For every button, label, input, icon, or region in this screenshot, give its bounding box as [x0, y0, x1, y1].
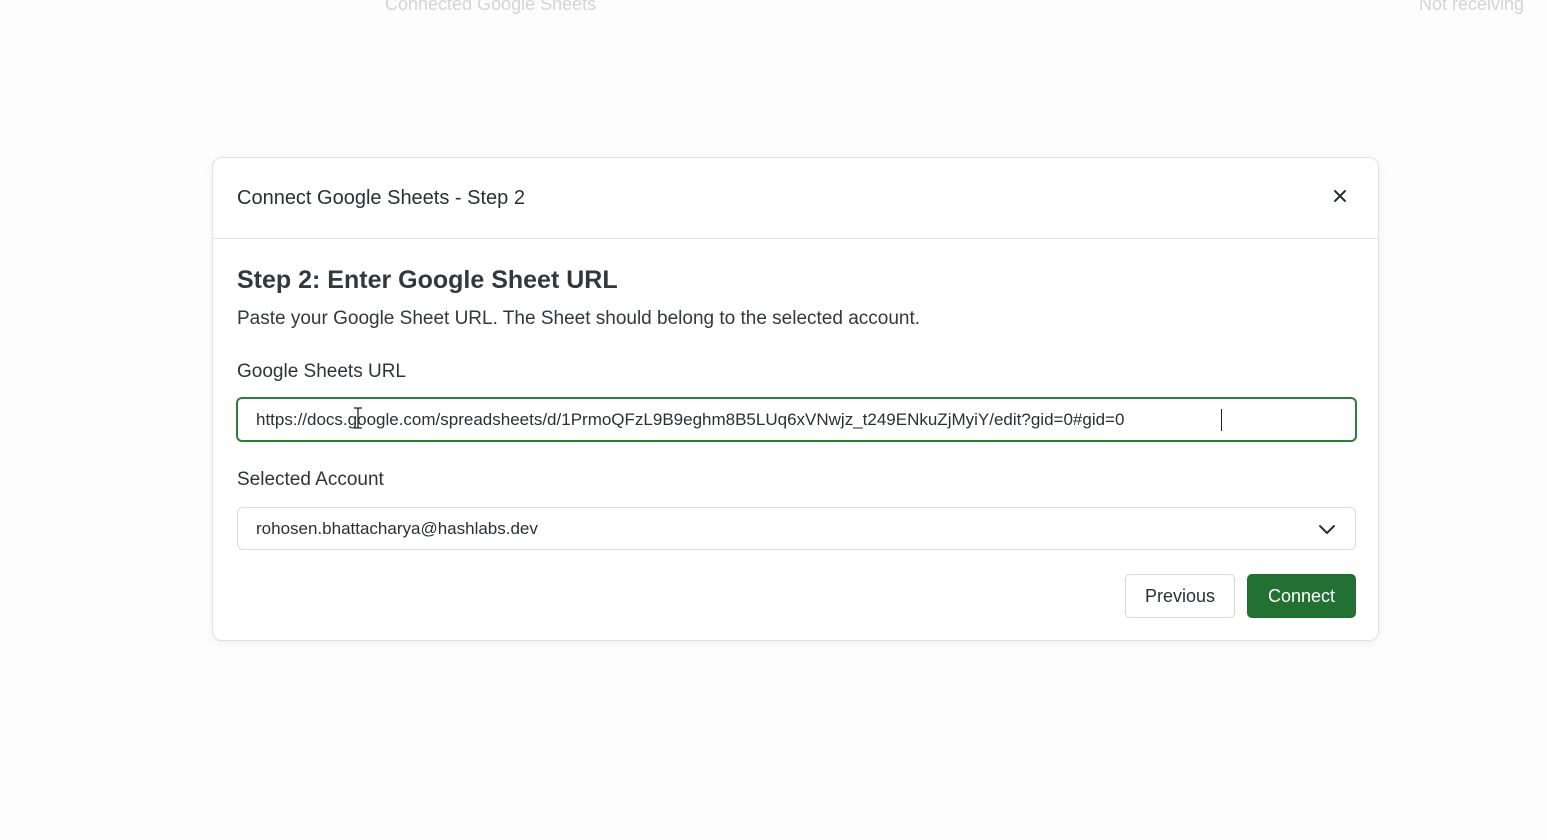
background-heading: Connected Google Sheets	[385, 0, 597, 14]
account-select-value: rohosen.bhattacharya@hashlabs.dev	[256, 518, 538, 538]
account-select[interactable]: rohosen.bhattacharya@hashlabs.dev	[237, 507, 1356, 550]
chevron-down-icon	[1317, 519, 1337, 539]
close-icon	[1333, 189, 1347, 208]
modal-title: Connect Google Sheets - Step 2	[237, 187, 525, 209]
step-heading: Step 2: Enter Google Sheet URL	[237, 266, 618, 294]
url-field-label: Google Sheets URL	[237, 361, 406, 382]
close-button[interactable]	[1328, 186, 1352, 210]
connect-button[interactable]: Connect	[1247, 574, 1356, 618]
step-description: Paste your Google Sheet URL. The Sheet s…	[237, 308, 921, 329]
previous-button[interactable]: Previous	[1125, 574, 1235, 618]
text-caret	[1221, 409, 1222, 431]
account-field-label: Selected Account	[237, 469, 384, 490]
connect-sheets-modal: Connect Google Sheets - Step 2 Step 2: E…	[212, 157, 1379, 641]
text-cursor-icon	[354, 407, 362, 429]
page: Connected Google Sheets Not receiving Co…	[0, 0, 1547, 840]
modal-header: Connect Google Sheets - Step 2	[213, 158, 1378, 239]
background-status: Not receiving	[1419, 0, 1525, 14]
sheet-url-input[interactable]	[236, 397, 1357, 442]
